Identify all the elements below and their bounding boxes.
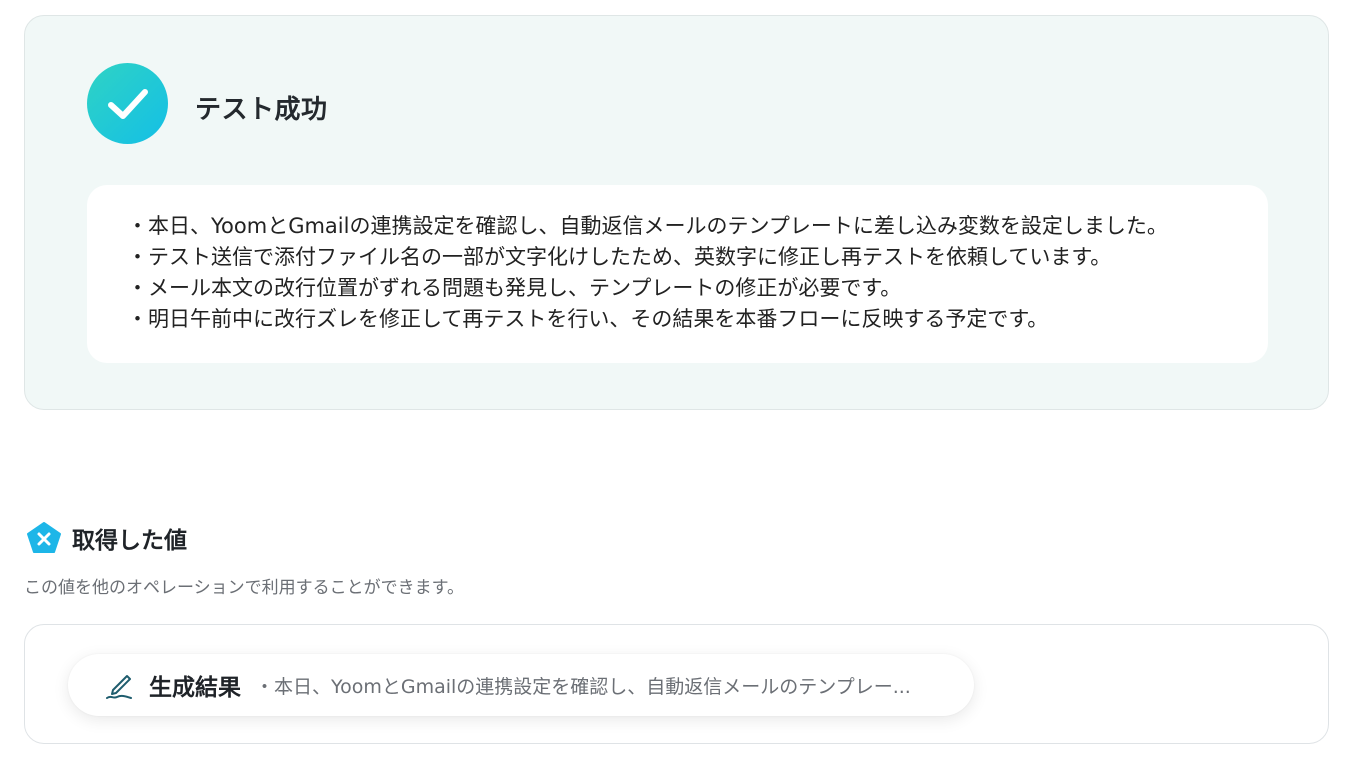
summary-card: ・本日、YoomとGmailの連携設定を確認し、自動返信メールのテンプレートに差… — [87, 185, 1268, 363]
result-value: ・本日、YoomとGmailの連携設定を確認し、自動返信メールのテンプレー... — [255, 675, 911, 698]
summary-line: ・テスト送信で添付ファイル名の一部が文字化けしたため、英数字に修正し再テストを依… — [127, 245, 1112, 269]
success-title: テスト成功 — [195, 95, 328, 125]
obtained-values-panel: 生成結果 ・本日、YoomとGmailの連携設定を確認し、自動返信メールのテンプ… — [24, 624, 1329, 744]
result-value-chip[interactable]: 生成結果 ・本日、YoomとGmailの連携設定を確認し、自動返信メールのテンプ… — [68, 654, 974, 716]
variable-icon — [27, 522, 61, 553]
check-icon — [87, 63, 168, 144]
summary-line: ・本日、YoomとGmailの連携設定を確認し、自動返信メールのテンプレートに差… — [127, 214, 1168, 238]
obtained-values-title: 取得した値 — [72, 528, 187, 554]
obtained-values-header: 取得した値 — [26, 521, 187, 555]
pen-icon — [106, 675, 132, 699]
summary-line: ・メール本文の改行位置がずれる問題も発見し、テンプレートの修正が必要です。 — [127, 276, 902, 300]
obtained-values-description: この値を他のオペレーションで利用することができます。 — [24, 578, 464, 598]
result-label: 生成結果 — [149, 675, 241, 701]
summary-line: ・明日午前中に改行ズレを修正して再テストを行い、その結果を本番フローに反映する予… — [127, 307, 1049, 331]
test-success-panel: テスト成功 ・本日、YoomとGmailの連携設定を確認し、自動返信メールのテン… — [24, 15, 1329, 410]
